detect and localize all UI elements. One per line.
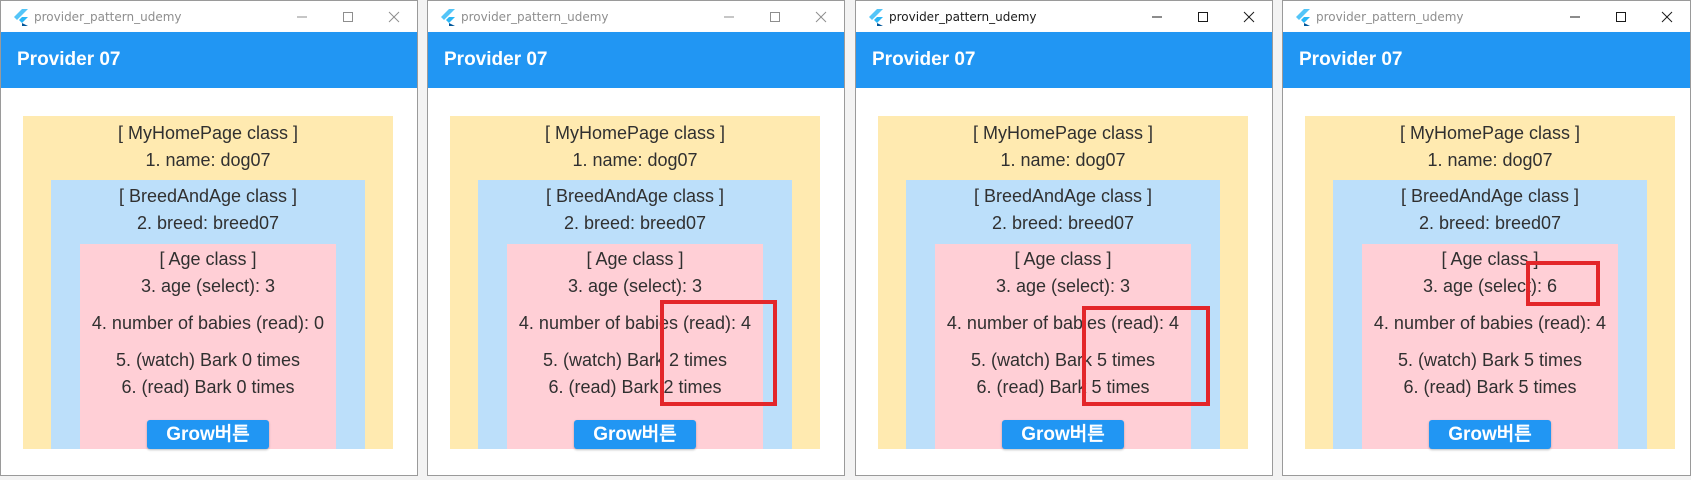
read-bark-line: 6. (read) Bark 5 times (1403, 377, 1577, 397)
minimize-button[interactable] (1134, 3, 1180, 31)
breed-header: [ BreedAndAge class ] (973, 186, 1153, 206)
maximize-icon (770, 12, 780, 22)
grow-button[interactable]: Grow버튼 (1429, 420, 1551, 449)
grow-button[interactable]: Grow버튼 (1002, 420, 1124, 449)
app-bar: Provider 07 (856, 32, 1272, 88)
maximize-button[interactable] (1180, 3, 1226, 31)
app-bar-title: Provider 07 (1299, 49, 1403, 70)
my-home-page-box: [ MyHomePage class ] 1. name: dog07 [ Br… (23, 116, 393, 449)
watch-bark-line: 5. (watch) Bark 5 times (1397, 350, 1583, 370)
app-bar-title: Provider 07 (872, 49, 976, 70)
app-bar-title: Provider 07 (17, 49, 121, 70)
babies-line: 4. number of babies (read): 4 (1373, 313, 1607, 333)
babies-line: 4. number of babies (read): 0 (91, 313, 325, 333)
close-icon (1243, 11, 1255, 23)
window-title: provider_pattern_udemy (34, 10, 182, 24)
minimize-icon (724, 16, 734, 18)
minimize-icon (1152, 16, 1162, 18)
maximize-icon (343, 12, 353, 22)
window-title: provider_pattern_udemy (1316, 10, 1464, 24)
app-bar: Provider 07 (1, 32, 417, 88)
window-titlebar[interactable]: provider_pattern_udemy (1283, 1, 1690, 32)
breed-and-age-box: [ BreedAndAge class ] 2. breed: breed07 … (51, 180, 365, 449)
page-body: [ MyHomePage class ] 1. name: dog07 [ Br… (1283, 88, 1690, 475)
maximize-icon (1616, 12, 1626, 22)
breed-header: [ BreedAndAge class ] (545, 186, 725, 206)
maximize-button[interactable] (752, 3, 798, 31)
minimize-button[interactable] (1552, 3, 1598, 31)
breed-line: 2. breed: breed07 (991, 213, 1135, 233)
window-titlebar[interactable]: provider_pattern_udemy (856, 1, 1272, 32)
window-title: provider_pattern_udemy (461, 10, 609, 24)
window-titlebar[interactable]: provider_pattern_udemy (428, 1, 844, 32)
close-icon (1661, 11, 1673, 23)
window-title: provider_pattern_udemy (889, 10, 1037, 24)
page-body: [ MyHomePage class ] 1. name: dog07 [ Br… (1, 88, 417, 475)
my-home-page-box: [ MyHomePage class ] 1. name: dog07 [ Br… (1305, 116, 1675, 449)
highlight-box (1526, 261, 1600, 306)
app-bar: Provider 07 (1283, 32, 1690, 88)
age-line: 3. age (select): 3 (140, 276, 276, 296)
grow-button[interactable]: Grow버튼 (147, 420, 269, 449)
app-window-1: provider_pattern_udemy Provider 07 [ MyH… (0, 0, 418, 476)
breed-and-age-box: [ BreedAndAge class ] 2. breed: breed07 … (1333, 180, 1647, 449)
grow-button[interactable]: Grow버튼 (574, 420, 696, 449)
home-header: [ MyHomePage class ] (972, 123, 1154, 143)
app-bar-title: Provider 07 (444, 49, 548, 70)
name-line: 1. name: dog07 (1427, 150, 1553, 170)
home-header: [ MyHomePage class ] (544, 123, 726, 143)
close-button[interactable] (1644, 3, 1690, 31)
home-header: [ MyHomePage class ] (1399, 123, 1581, 143)
age-box: [ Age class ] 3. age (select): 3 4. numb… (80, 244, 336, 449)
highlight-box (1082, 306, 1210, 406)
close-button[interactable] (798, 3, 844, 31)
flutter-logo-icon (14, 9, 28, 26)
age-header: [ Age class ] (159, 249, 257, 269)
maximize-icon (1198, 12, 1208, 22)
page-body: [ MyHomePage class ] 1. name: dog07 [ Br… (856, 88, 1272, 475)
close-icon (388, 11, 400, 23)
name-line: 1. name: dog07 (572, 150, 698, 170)
breed-line: 2. breed: breed07 (563, 213, 707, 233)
minimize-icon (297, 16, 307, 18)
close-button[interactable] (371, 3, 417, 31)
page-body: [ MyHomePage class ] 1. name: dog07 [ Br… (428, 88, 844, 475)
minimize-button[interactable] (706, 3, 752, 31)
window-titlebar[interactable]: provider_pattern_udemy (1, 1, 417, 32)
age-line: 3. age (select): 3 (567, 276, 703, 296)
app-window-4: provider_pattern_udemy Provider 07 [ MyH… (1282, 0, 1691, 476)
age-line: 3. age (select): 3 (995, 276, 1131, 296)
home-header: [ MyHomePage class ] (117, 123, 299, 143)
name-line: 1. name: dog07 (145, 150, 271, 170)
name-line: 1. name: dog07 (1000, 150, 1126, 170)
app-window-3: provider_pattern_udemy Provider 07 [ MyH… (855, 0, 1273, 476)
watch-bark-line: 5. (watch) Bark 0 times (115, 350, 301, 370)
minimize-button[interactable] (279, 3, 325, 31)
close-button[interactable] (1226, 3, 1272, 31)
app-bar: Provider 07 (428, 32, 844, 88)
maximize-button[interactable] (325, 3, 371, 31)
age-header: [ Age class ] (586, 249, 684, 269)
breed-header: [ BreedAndAge class ] (118, 186, 298, 206)
flutter-logo-icon (1296, 9, 1310, 26)
read-bark-line: 6. (read) Bark 0 times (121, 377, 295, 397)
minimize-icon (1570, 16, 1580, 18)
flutter-logo-icon (441, 9, 455, 26)
app-window-2: provider_pattern_udemy Provider 07 [ MyH… (427, 0, 845, 476)
close-icon (815, 11, 827, 23)
flutter-logo-icon (869, 9, 883, 26)
age-header: [ Age class ] (1014, 249, 1112, 269)
breed-line: 2. breed: breed07 (1418, 213, 1562, 233)
maximize-button[interactable] (1598, 3, 1644, 31)
breed-line: 2. breed: breed07 (136, 213, 280, 233)
breed-header: [ BreedAndAge class ] (1400, 186, 1580, 206)
highlight-box (660, 300, 777, 406)
